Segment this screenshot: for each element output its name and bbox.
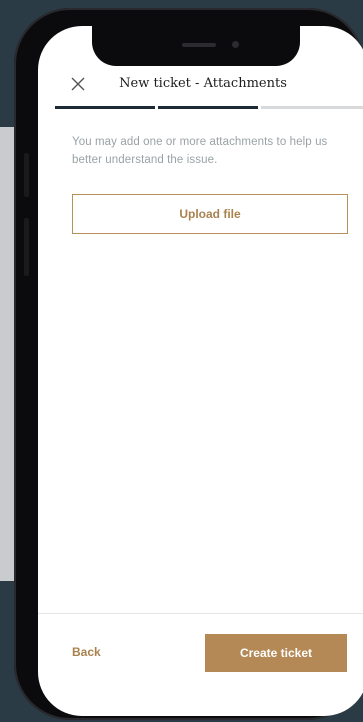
page-title: New ticket - Attachments xyxy=(119,76,287,91)
upload-file-button[interactable]: Upload file xyxy=(72,194,348,234)
footer-divider xyxy=(38,613,363,614)
step-progress xyxy=(55,106,363,109)
phone-notch xyxy=(92,26,300,66)
attachments-content: You may add one or more attachments to h… xyxy=(72,133,352,169)
create-ticket-button[interactable]: Create ticket xyxy=(205,634,347,672)
phone-side-button xyxy=(24,153,29,197)
attachments-description: You may add one or more attachments to h… xyxy=(72,136,328,166)
app-screen: New ticket - Attachments You may add one… xyxy=(38,26,363,716)
phone-frame: New ticket - Attachments You may add one… xyxy=(14,8,363,720)
progress-segment xyxy=(261,106,363,109)
back-button[interactable]: Back xyxy=(72,645,101,659)
phone-side-button xyxy=(24,218,29,276)
progress-segment xyxy=(158,106,258,109)
camera-dot xyxy=(232,41,239,48)
progress-segment xyxy=(55,106,155,109)
speaker-grille xyxy=(182,43,216,47)
